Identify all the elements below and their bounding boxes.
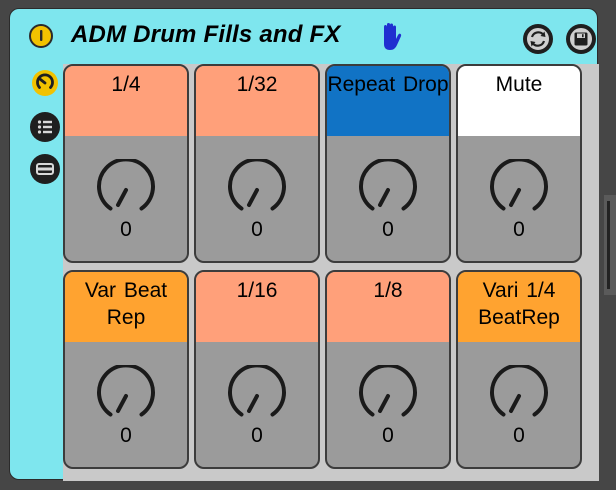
pad-label: 1/4	[65, 66, 187, 136]
pad-cell[interactable]: 1/8 0	[325, 270, 451, 469]
knob[interactable]	[484, 365, 554, 423]
device-title: ADM Drum Fills and FX	[71, 21, 341, 48]
pad-cell[interactable]: 1/16 0	[194, 270, 320, 469]
save-icon[interactable]	[566, 24, 596, 54]
pad-cell[interactable]: Repeat Drop 0	[325, 64, 451, 263]
knob[interactable]	[484, 159, 554, 217]
knob-value: 0	[251, 424, 263, 447]
knob-value: 0	[382, 424, 394, 447]
knob-value: 0	[251, 218, 263, 241]
pad-label: 1/8	[327, 272, 449, 342]
knob[interactable]	[222, 365, 292, 423]
pad-label: Var Beat Rep	[65, 272, 187, 342]
pad-cell[interactable]: Mute 0	[456, 64, 582, 263]
knob-value: 0	[120, 424, 132, 447]
panel-icon[interactable]	[30, 154, 60, 184]
pad-cell[interactable]: 1/32 0	[194, 64, 320, 263]
pad-cell[interactable]: 1/4 0	[63, 64, 189, 263]
knob[interactable]	[353, 159, 423, 217]
knob[interactable]	[222, 159, 292, 217]
pad-label: Mute	[458, 66, 580, 136]
pad-cell[interactable]: Var Beat Rep 0	[63, 270, 189, 469]
knob[interactable]	[353, 365, 423, 423]
knob-value: 0	[513, 424, 525, 447]
sync-icon[interactable]	[523, 24, 553, 54]
knob[interactable]	[91, 159, 161, 217]
pad-label: 1/32	[196, 66, 318, 136]
pad-label: Repeat Drop	[327, 66, 449, 136]
scroll-edge[interactable]	[604, 195, 616, 295]
macro-knob-icon[interactable]	[30, 68, 60, 98]
pad-cell[interactable]: Vari 1/4 BeatRep 0	[456, 270, 582, 469]
pad-label: 1/16	[196, 272, 318, 342]
list-icon[interactable]	[30, 112, 60, 142]
power-icon[interactable]	[29, 24, 53, 48]
device-panel: ADM Drum Fills and FX 1/4 0 1/32 0 Repea…	[9, 8, 599, 481]
knob-value: 0	[120, 218, 132, 241]
pad-label: Vari 1/4 BeatRep	[458, 272, 580, 342]
knob-value: 0	[513, 218, 525, 241]
knob[interactable]	[91, 365, 161, 423]
knob-value: 0	[382, 218, 394, 241]
pads-grid: 1/4 0 1/32 0 Repeat Drop 0 Mute 0 Var Be…	[63, 64, 599, 481]
hand-icon[interactable]	[378, 22, 404, 57]
